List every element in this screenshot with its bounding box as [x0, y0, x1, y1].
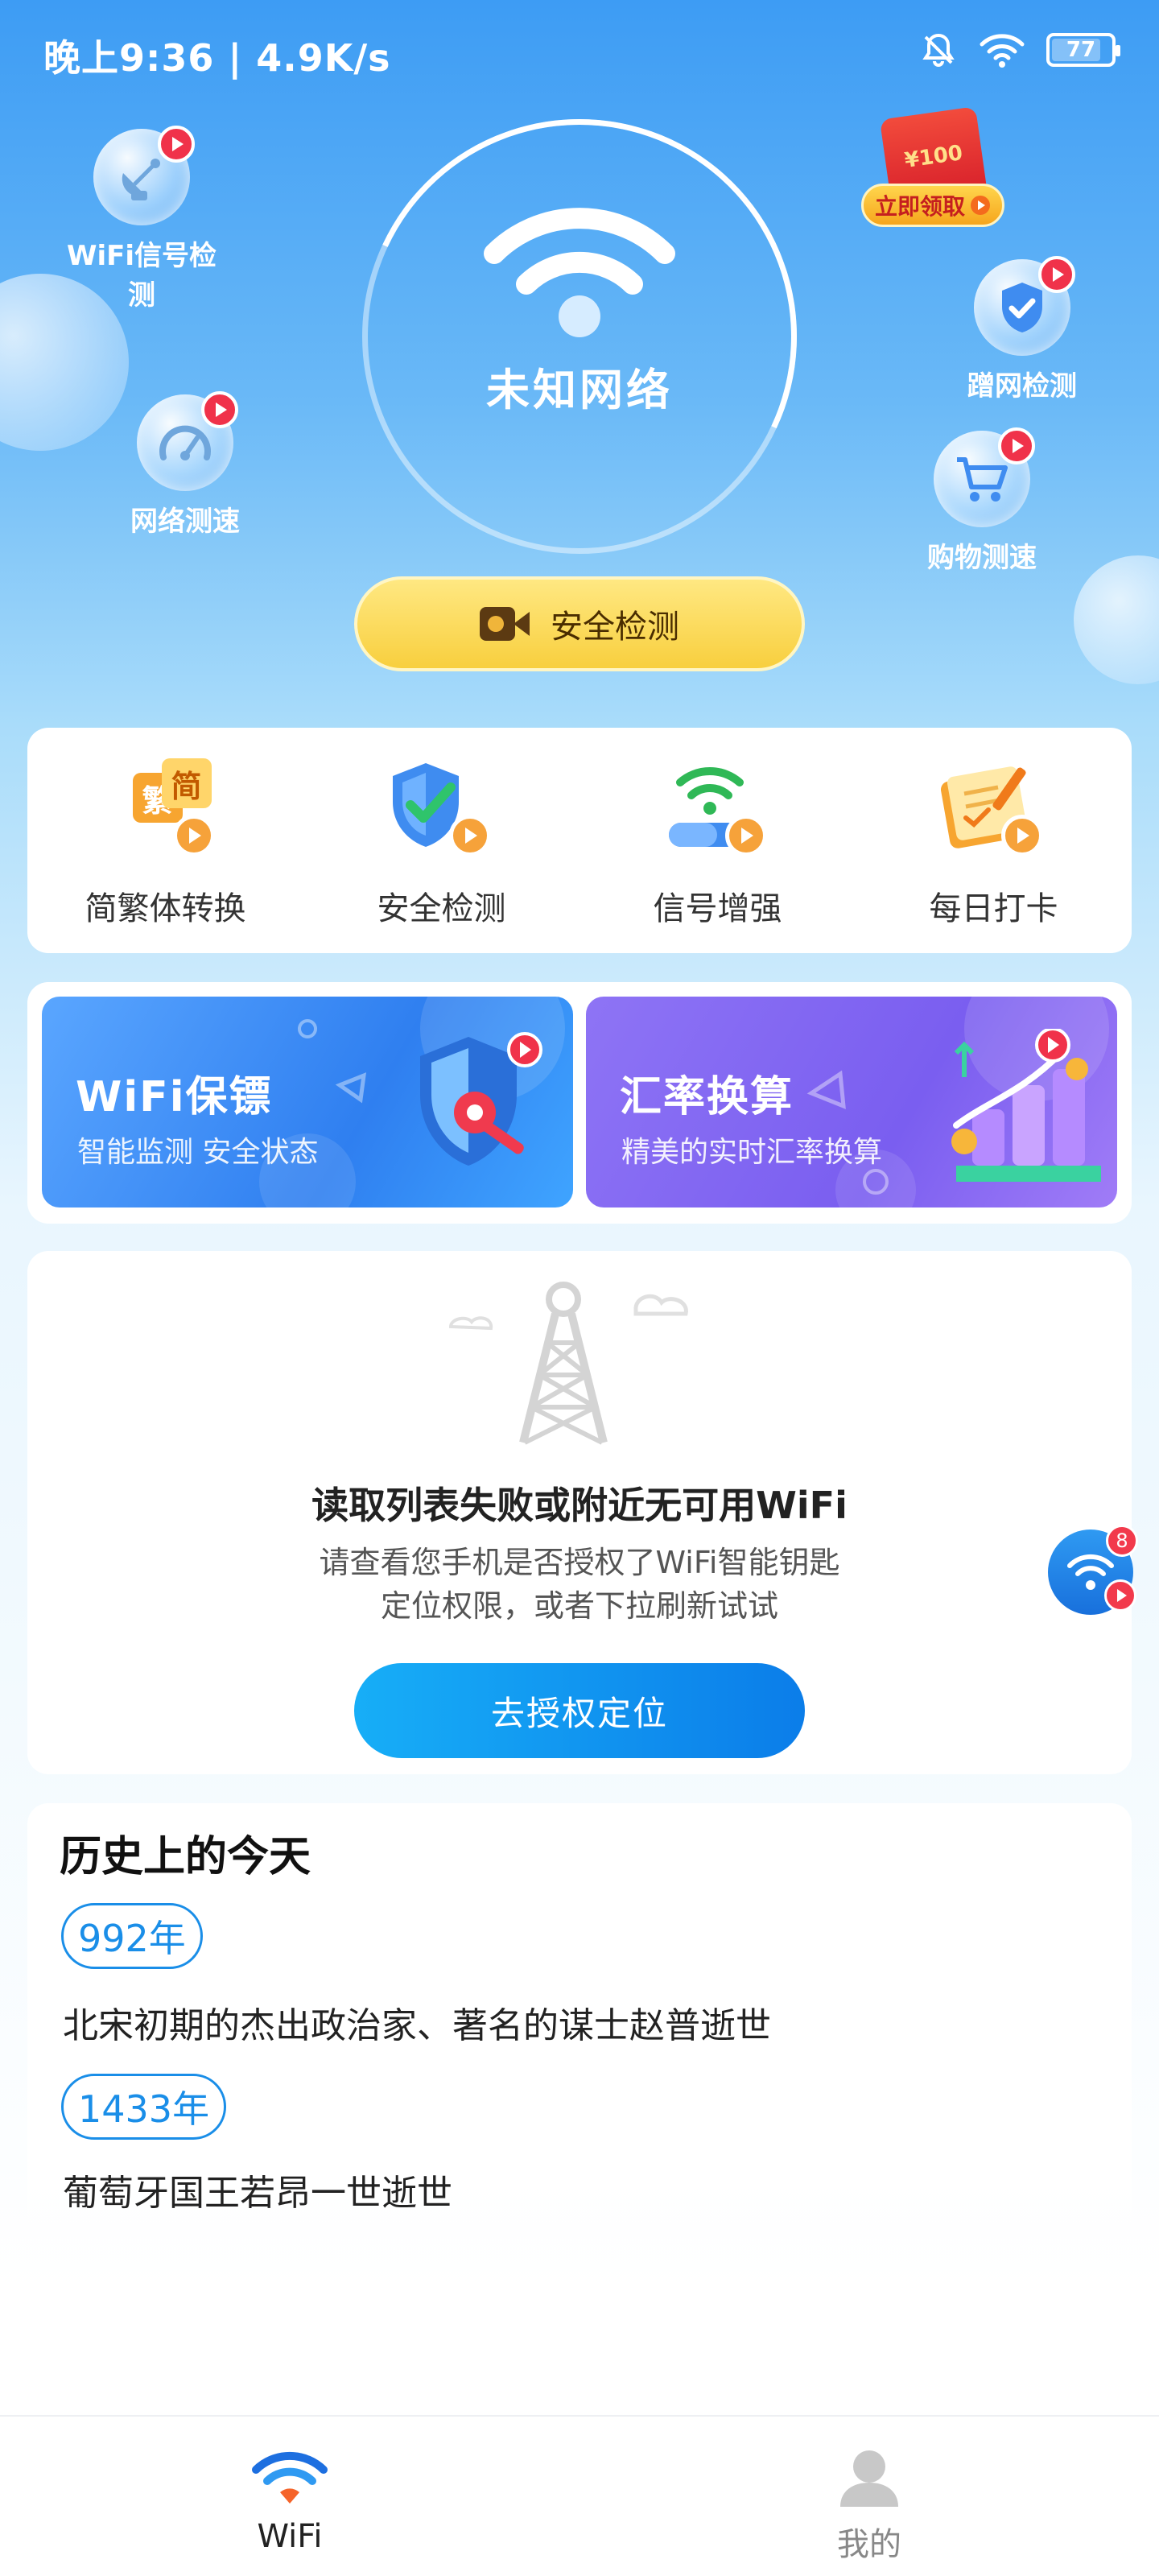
signal-check-shortcut[interactable]: WiFi信号检测 — [53, 126, 230, 312]
user-profile-icon — [840, 2450, 898, 2507]
tools-card: 繁 简 简繁体转换 安全检测 信号增强 每日打卡 — [27, 728, 1132, 953]
bubble — [974, 256, 1075, 356]
history-event[interactable]: 北宋初期的杰出政治家、著名的谋士赵普逝世 — [63, 1996, 771, 2048]
redpacket-claim-label: 立即领取 — [874, 193, 965, 220]
signal-tower-icon — [448, 1282, 688, 1445]
tool-label: 简繁体转换 — [85, 890, 246, 927]
satellite-dish-icon — [122, 159, 160, 200]
bubble — [93, 126, 195, 225]
redpacket-claim-button[interactable]: 立即领取 — [861, 184, 1004, 227]
history-event[interactable]: 葡萄牙国王若昂一世逝世 — [63, 2164, 452, 2215]
history-title: 历史上的今天 — [60, 1833, 311, 1881]
history-today-card: 历史上的今天 992年 北宋初期的杰出政治家、著名的谋士赵普逝世 1433年 葡… — [27, 1803, 1132, 2270]
empty-desc-line: 定位权限，或者下拉刷新试试 — [380, 1588, 778, 1624]
nav-tab-me[interactable]: 我的 — [580, 2417, 1159, 2576]
network-name: 未知网络 — [486, 365, 673, 415]
wifi-tab-icon — [252, 2451, 328, 2504]
play-badge-icon — [998, 427, 1035, 464]
play-badge-icon — [1038, 256, 1075, 293]
leech-check-shortcut[interactable]: 蹭网检测 — [942, 256, 1103, 403]
play-icon — [971, 196, 990, 215]
shopping-speed-label: 购物测速 — [927, 542, 1037, 574]
bubble — [934, 427, 1035, 527]
status-bar: 晚上9:36 | 4.9K/s 77 — [0, 0, 1159, 105]
promo-title: WiFi保镖 — [76, 1073, 273, 1121]
currency-chart-icon — [951, 1029, 1101, 1182]
grant-location-label: 去授权定位 — [490, 1693, 668, 1733]
tool-label: 安全检测 — [377, 890, 506, 927]
year-tag: 1433年 — [61, 2074, 227, 2140]
battery-level: 77 — [1066, 38, 1096, 62]
play-badge-icon — [158, 126, 195, 163]
tool-signal-boost[interactable]: 信号增强 — [580, 728, 856, 953]
battery-indicator: 77 — [1046, 33, 1120, 67]
app-screen: 晚上9:36 | 4.9K/s 77 未知网络 WiFi信号检测 网络测速 蹭网… — [0, 0, 1159, 2576]
redpacket-promo[interactable]: ¥100 立即领取 — [861, 105, 1006, 233]
simplified-glyph: 简 — [161, 758, 212, 808]
decor-bubble — [1074, 555, 1159, 684]
exchange-rate-banner[interactable]: 汇率换算 精美的实时汇率换算 — [586, 997, 1117, 1208]
leech-check-label: 蹭网检测 — [967, 370, 1077, 402]
wifi-large-icon — [484, 208, 675, 337]
signal-boost-icon — [658, 758, 778, 863]
speedometer-icon — [159, 425, 211, 460]
notification-count-badge: 8 — [1106, 1525, 1138, 1557]
tool-security-check[interactable]: 安全检测 — [303, 728, 580, 953]
tool-convert-chinese[interactable]: 繁 简 简繁体转换 — [27, 728, 303, 953]
nav-label: 我的 — [837, 2526, 901, 2563]
security-shield-icon — [382, 758, 502, 863]
play-badge-icon — [448, 815, 491, 857]
status-time: 晚上9:36 | 4.9K/s — [43, 36, 391, 80]
tool-label: 每日打卡 — [929, 890, 1058, 927]
wifi-list-empty-card: 读取列表失败或附近无可用WiFi 请查看您手机是否授权了WiFi智能钥匙 定位权… — [27, 1251, 1132, 1774]
play-badge-icon — [172, 815, 215, 857]
grant-location-button[interactable]: 去授权定位 — [354, 1663, 805, 1758]
play-badge-icon — [1000, 815, 1043, 857]
status-icons: 77 — [919, 31, 1120, 69]
video-camera-icon — [480, 607, 530, 641]
play-badge-icon — [201, 391, 238, 428]
wifi-status-icon — [980, 34, 1025, 68]
wifi-bodyguard-banner[interactable]: WiFi保镖 智能监测 安全状态 — [42, 997, 573, 1208]
bottom-nav: WiFi 我的 — [0, 2415, 1159, 2576]
checkin-notebook-icon — [934, 758, 1054, 863]
shopping-cart-icon — [957, 457, 1008, 502]
nav-tab-wifi[interactable]: WiFi — [0, 2417, 580, 2576]
play-badge-icon — [724, 815, 767, 857]
shield-key-icon — [420, 1032, 542, 1166]
promo-card: WiFi保镖 智能监测 安全状态 汇率换算 精美的实时汇率换算 — [27, 982, 1132, 1224]
play-badge-icon — [1104, 1579, 1136, 1612]
year-tag: 992年 — [61, 1903, 203, 1969]
floating-wifi-button[interactable]: 8 — [1048, 1525, 1138, 1615]
promo-subtitle: 智能监测 安全状态 — [77, 1136, 319, 1169]
tool-label: 信号增强 — [653, 890, 782, 927]
nav-label: WiFi — [257, 2518, 323, 2555]
signal-check-label: WiFi信号检测 — [66, 240, 217, 312]
speed-test-shortcut[interactable]: 网络测速 — [105, 391, 266, 539]
empty-description: 请查看您手机是否授权了WiFi智能钥匙 定位权限，或者下拉刷新试试 — [27, 1541, 1132, 1628]
redpacket-amount: ¥100 — [903, 141, 964, 173]
promo-title: 汇率换算 — [620, 1073, 794, 1121]
bell-muted-icon — [922, 33, 955, 67]
empty-title: 读取列表失败或附近无可用WiFi — [311, 1484, 848, 1527]
shopping-speed-shortcut[interactable]: 购物测速 — [901, 427, 1062, 575]
security-scan-label: 安全检测 — [551, 609, 679, 646]
bubble — [137, 391, 238, 491]
tool-daily-checkin[interactable]: 每日打卡 — [856, 728, 1132, 953]
shield-check-icon — [1002, 283, 1042, 332]
convert-chinese-icon: 繁 简 — [105, 758, 226, 863]
speed-test-label: 网络测速 — [130, 506, 240, 538]
empty-desc-line: 请查看您手机是否授权了WiFi智能钥匙 — [319, 1545, 840, 1580]
security-scan-button[interactable]: 安全检测 — [354, 576, 805, 671]
promo-subtitle: 精美的实时汇率换算 — [621, 1136, 883, 1169]
